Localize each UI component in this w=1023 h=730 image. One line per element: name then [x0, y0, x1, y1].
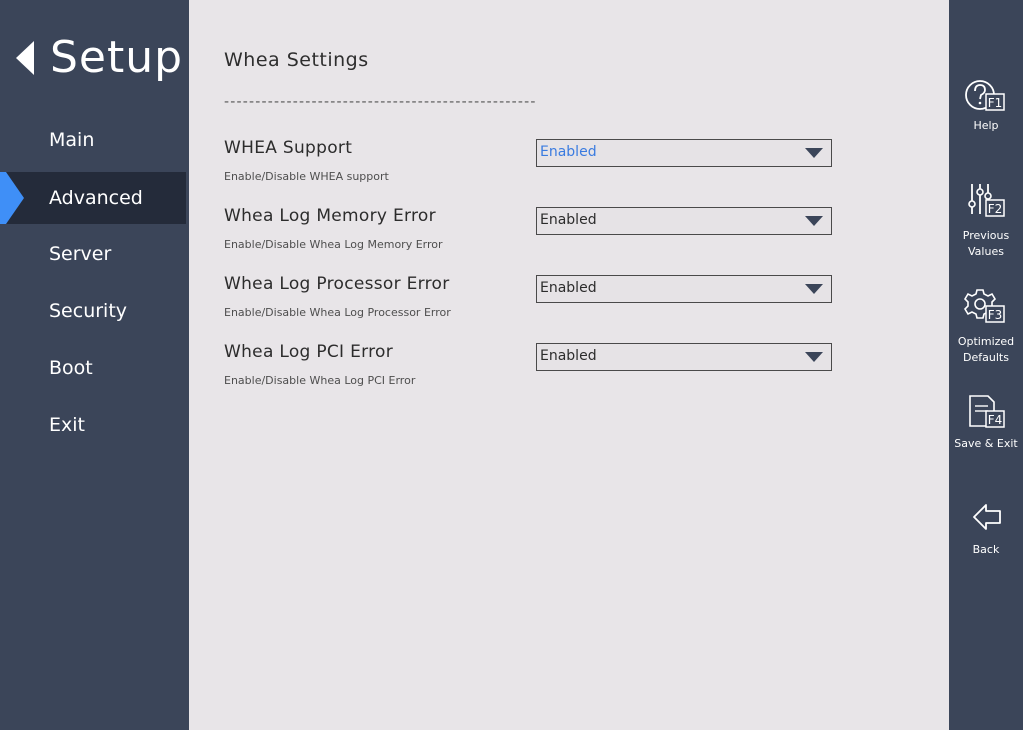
nav-item-security[interactable]: Security: [0, 285, 189, 337]
optimized-defaults-label-line2: Defaults: [963, 351, 1009, 364]
setting-help-whea-support: Enable/Disable WHEA support: [224, 170, 389, 183]
nav-item-main[interactable]: Main: [0, 114, 189, 166]
setting-help-pci-error: Enable/Disable Whea Log PCI Error: [224, 374, 416, 387]
nav-item-advanced-label: Advanced: [49, 187, 143, 209]
setting-label-processor-error: Whea Log Processor Error: [224, 274, 450, 294]
nav-item-server[interactable]: Server: [0, 228, 189, 280]
save-exit-label: Save & Exit: [954, 437, 1018, 450]
setup-title: Setup: [50, 32, 184, 83]
dropdown-arrow-icon: [805, 352, 823, 362]
back-arrow-icon: [973, 504, 1001, 530]
nav-item-advanced[interactable]: Advanced: [0, 172, 186, 224]
previous-values-button[interactable]: F2 Previous Values: [949, 182, 1023, 260]
left-navigation: Setup Main Advanced Server Security Boot…: [0, 0, 189, 730]
setting-help-processor-error: Enable/Disable Whea Log Processor Error: [224, 306, 451, 319]
back-button[interactable]: Back: [949, 500, 1023, 558]
save-exit-button[interactable]: F4 Save & Exit: [949, 394, 1023, 452]
back-chevron-icon: [16, 41, 34, 75]
select-value: Enabled: [540, 144, 597, 160]
svg-text:F2: F2: [988, 202, 1003, 216]
svg-text:F1: F1: [988, 96, 1003, 110]
select-value: Enabled: [540, 348, 597, 364]
setting-label-memory-error: Whea Log Memory Error: [224, 206, 436, 226]
sliders-icon: F2: [968, 184, 1005, 217]
main-content: Whea Settings --------------------------…: [189, 0, 949, 730]
help-icon: F1: [965, 80, 1005, 111]
previous-values-label-line1: Previous: [962, 229, 1010, 242]
memory-error-select[interactable]: Enabled: [536, 207, 832, 235]
select-value: Enabled: [540, 280, 597, 296]
whea-support-select[interactable]: Enabled: [536, 139, 832, 167]
setting-help-memory-error: Enable/Disable Whea Log Memory Error: [224, 238, 443, 251]
dropdown-arrow-icon: [805, 216, 823, 226]
page-title: Whea Settings: [224, 49, 369, 71]
help-label: Help: [973, 119, 999, 132]
right-toolbar: F1 Help F2 Previous Values F3 Optimized: [949, 0, 1023, 730]
svg-text:F4: F4: [988, 413, 1003, 427]
help-button[interactable]: F1 Help: [949, 78, 1023, 134]
svg-text:F3: F3: [988, 308, 1003, 322]
back-label: Back: [972, 543, 1000, 556]
active-indicator-arrow-icon: [6, 172, 24, 224]
setting-label-whea-support: WHEA Support: [224, 138, 353, 158]
setting-label-pci-error: Whea Log PCI Error: [224, 342, 394, 362]
save-document-icon: F4: [969, 395, 1005, 428]
dropdown-arrow-icon: [805, 284, 823, 294]
optimized-defaults-label-line1: Optimized: [957, 335, 1015, 348]
dropdown-arrow-icon: [805, 148, 823, 158]
pci-error-select[interactable]: Enabled: [536, 343, 832, 371]
optimized-defaults-button[interactable]: F3 Optimized Defaults: [949, 288, 1023, 366]
processor-error-select[interactable]: Enabled: [536, 275, 832, 303]
nav-item-boot[interactable]: Boot: [0, 342, 189, 394]
previous-values-label-line2: Values: [968, 245, 1004, 258]
nav-item-exit[interactable]: Exit: [0, 399, 189, 451]
gear-icon: F3: [964, 289, 1005, 323]
title-divider: ----------------------------------------…: [224, 94, 537, 110]
select-value: Enabled: [540, 212, 597, 228]
